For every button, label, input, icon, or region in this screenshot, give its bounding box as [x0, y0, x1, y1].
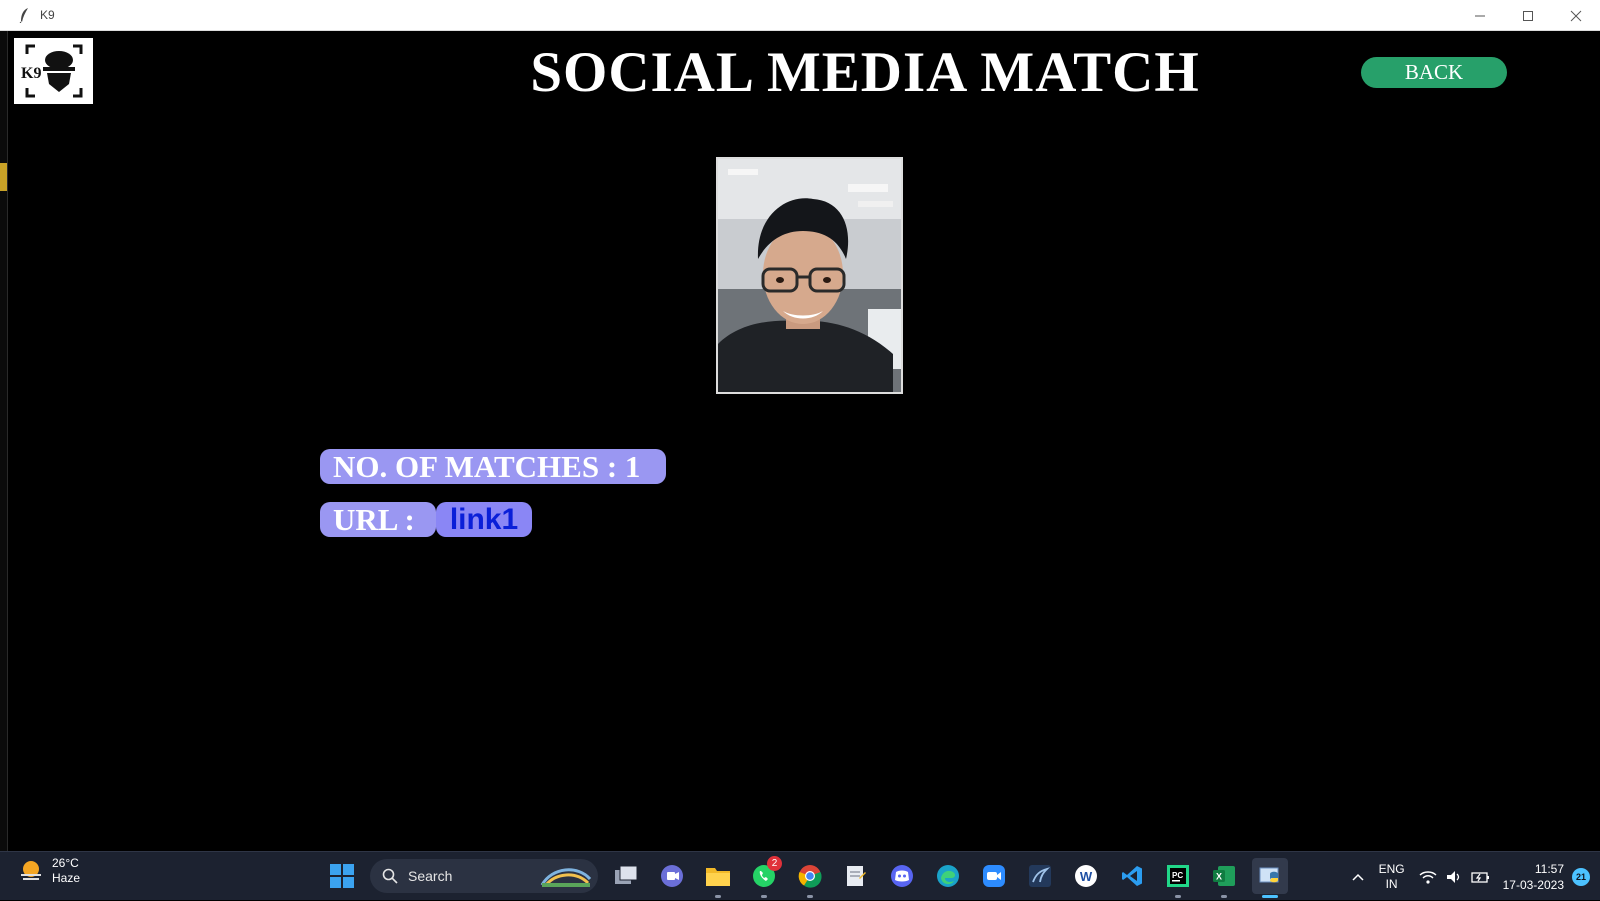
notepad-button[interactable]	[838, 858, 874, 894]
maximize-icon	[1523, 10, 1533, 21]
language-code: ENG	[1378, 861, 1405, 876]
active-indicator	[1262, 895, 1278, 898]
windows-logo-icon	[330, 864, 354, 888]
notepad-icon	[847, 866, 866, 886]
discord-button[interactable]	[884, 858, 920, 894]
battery-icon	[1470, 871, 1489, 883]
matched-face-photo	[716, 157, 903, 394]
svg-text:K9: K9	[21, 65, 41, 82]
search-icon	[382, 868, 398, 884]
word-app-button[interactable]: W	[1068, 858, 1104, 894]
task-view-icon	[615, 865, 638, 884]
feather-icon	[18, 7, 32, 23]
search-placeholder: Search	[408, 868, 453, 884]
word-icon: W	[1075, 865, 1097, 887]
vscode-icon	[1122, 866, 1142, 886]
taskbar-search[interactable]: Search	[370, 859, 598, 893]
mysql-workbench-button[interactable]	[1022, 858, 1058, 894]
svg-text:W: W	[1080, 869, 1093, 884]
teams-chat-button[interactable]	[654, 858, 690, 894]
workbench-icon	[1029, 865, 1051, 887]
clock-date: 17-03-2023	[1502, 877, 1564, 892]
minimize-icon	[1475, 15, 1485, 16]
running-indicator	[715, 895, 721, 898]
close-button[interactable]	[1552, 0, 1600, 31]
running-indicator	[1175, 895, 1181, 898]
url-label: URL :	[320, 502, 436, 537]
chrome-icon	[798, 865, 822, 888]
whatsapp-button[interactable]: 2	[746, 856, 782, 898]
weather-description: Haze	[52, 871, 81, 885]
svg-text:X: X	[1216, 872, 1222, 882]
window-edge-accent	[0, 163, 7, 191]
system-tray: ENG IN 11:57 17-03-2023 21	[1343, 852, 1600, 901]
search-highlight-icon	[540, 868, 592, 887]
show-hidden-icons-button[interactable]	[1343, 873, 1373, 881]
folder-icon	[706, 868, 730, 886]
notification-badge: 2	[767, 856, 782, 871]
weather-widget[interactable]: 26°C Haze	[18, 856, 80, 886]
pycharm-button[interactable]: PC	[1160, 858, 1196, 898]
chrome-button[interactable]	[792, 858, 828, 898]
task-view-button[interactable]	[608, 858, 644, 894]
weather-temperature: 26°C	[52, 856, 79, 870]
quick-settings[interactable]	[1419, 869, 1491, 885]
window-title: K9	[40, 8, 55, 22]
excel-icon: X	[1213, 866, 1235, 886]
taskbar-apps: Search 2 W PC X	[324, 856, 1288, 898]
vscode-button[interactable]	[1114, 858, 1150, 894]
windows-taskbar: 26°C Haze Search 2 W PC X ENG IN 11:57 1…	[0, 851, 1600, 900]
language-indicator[interactable]: ENG IN	[1379, 862, 1405, 892]
minimize-button[interactable]	[1456, 0, 1504, 31]
window-titlebar: K9	[0, 0, 1600, 31]
edge-icon	[937, 865, 959, 887]
volume-icon	[1446, 870, 1459, 883]
haze-weather-icon	[21, 861, 41, 880]
clock[interactable]: 11:57 17-03-2023	[1503, 861, 1564, 893]
python-app-button[interactable]	[1252, 858, 1288, 898]
discord-icon	[891, 865, 913, 887]
running-indicator	[807, 895, 813, 898]
logo-icon: K9	[21, 44, 82, 98]
svg-text:PC: PC	[1172, 871, 1183, 880]
chat-icon	[661, 865, 683, 887]
running-indicator	[1221, 895, 1227, 898]
excel-button[interactable]: X	[1206, 858, 1242, 898]
zoom-icon	[983, 865, 1005, 887]
page-title: SOCIAL MEDIA MATCH	[530, 41, 1200, 104]
start-button[interactable]	[324, 858, 360, 894]
maximize-button[interactable]	[1504, 0, 1552, 31]
app-canvas	[7, 31, 1600, 851]
chevron-up-icon	[1352, 873, 1364, 881]
file-explorer-button[interactable]	[700, 858, 736, 898]
window-left-edge	[0, 31, 7, 851]
running-indicator	[761, 895, 767, 898]
person-photo-illustration	[718, 159, 901, 392]
python-icon	[1259, 867, 1279, 883]
k9-logo: K9	[14, 38, 93, 104]
clock-time: 11:57	[1534, 861, 1564, 876]
wifi-icon	[1419, 870, 1437, 884]
match-count-label: NO. OF MATCHES : 1	[320, 449, 666, 484]
edge-button[interactable]	[930, 858, 966, 894]
window-controls	[1456, 0, 1600, 31]
notification-center-badge[interactable]: 21	[1572, 867, 1590, 886]
profile-url-link[interactable]: link1	[436, 502, 532, 537]
back-button[interactable]: BACK	[1361, 57, 1507, 88]
zoom-button[interactable]	[976, 858, 1012, 894]
pycharm-icon: PC	[1167, 865, 1189, 887]
close-icon	[1570, 10, 1582, 21]
language-region: IN	[1385, 876, 1398, 891]
